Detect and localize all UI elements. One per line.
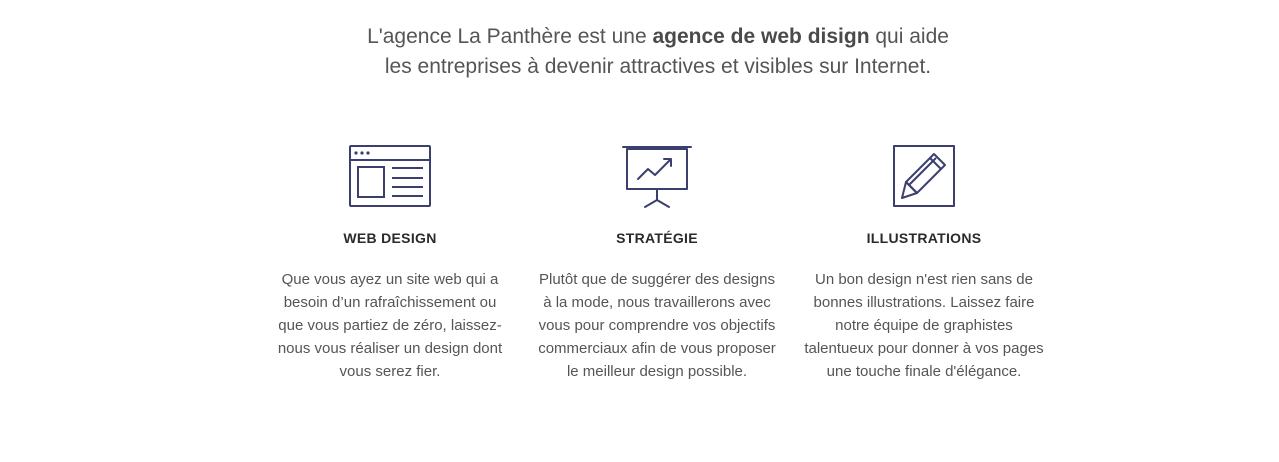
feature-description: Que vous ayez un site web qui a besoin d… [277, 271, 503, 380]
intro-line-2: les entreprises à devenir attractives et… [384, 55, 932, 78]
feature-description: Un bon design n'est rien sans de bonnes … [804, 271, 1044, 380]
feature-illustrations: ILLUSTRATIONS Un bon design n'est rien s… [799, 145, 1049, 383]
intro-line-1: L'agence La Panthère est une agence de w… [0, 22, 1279, 52]
intro-text: L'agence La Panthère est une agence de w… [0, 22, 1279, 82]
intro-text-end: qui aide [869, 25, 949, 48]
intro-text-start: L'agence La Panthère est une [367, 25, 653, 48]
presentation-chart-icon [532, 145, 782, 209]
feature-web-design: WEB DESIGN Que vous ayez un site web qui… [265, 145, 515, 383]
feature-title: STRATÉGIE [616, 230, 698, 246]
feature-title: ILLUSTRATIONS [866, 230, 982, 246]
pencil-square-icon [799, 145, 1049, 209]
feature-title: WEB DESIGN [343, 230, 437, 246]
feature-strategie: STRATÉGIE Plutôt que de suggérer des des… [532, 145, 782, 383]
intro-highlight: agence de web disign [652, 25, 870, 48]
browser-window-icon [265, 145, 515, 209]
feature-description: Plutôt que de suggérer des designs à la … [538, 271, 776, 380]
